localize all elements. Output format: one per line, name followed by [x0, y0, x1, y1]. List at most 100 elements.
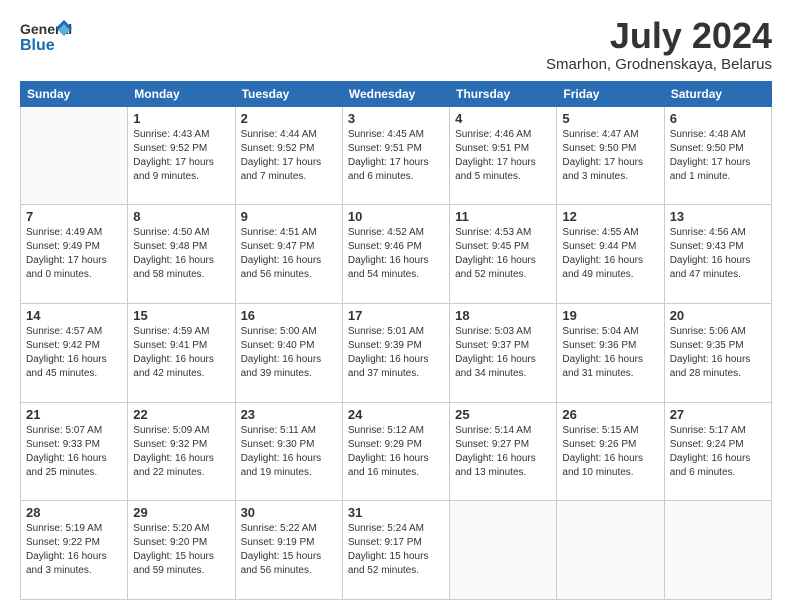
table-row: 28Sunrise: 5:19 AM Sunset: 9:22 PM Dayli… [21, 501, 128, 600]
table-row: 10Sunrise: 4:52 AM Sunset: 9:46 PM Dayli… [342, 205, 449, 304]
day-number: 8 [133, 209, 229, 224]
table-row: 19Sunrise: 5:04 AM Sunset: 9:36 PM Dayli… [557, 303, 664, 402]
table-row: 2Sunrise: 4:44 AM Sunset: 9:52 PM Daylig… [235, 106, 342, 205]
day-number: 30 [241, 505, 337, 520]
day-info: Sunrise: 5:17 AM Sunset: 9:24 PM Dayligh… [670, 424, 766, 480]
page-title: July 2024 [546, 16, 772, 56]
table-row: 11Sunrise: 4:53 AM Sunset: 9:45 PM Dayli… [450, 205, 557, 304]
page-subtitle: Smarhon, Grodnenskaya, Belarus [546, 56, 772, 73]
day-number: 14 [26, 308, 122, 323]
day-info: Sunrise: 4:47 AM Sunset: 9:50 PM Dayligh… [562, 128, 658, 184]
table-row: 16 Sunrise: 5:00 AM Sunset: 9:40 PM Dayli… [235, 303, 342, 402]
day-number: 22 [133, 407, 229, 422]
table-row: 15 Sunrise: 4:59 AM Sunset: 9:41 PM Dayli… [128, 303, 235, 402]
day-info: Sunrise: 4:46 AM Sunset: 9:51 PM Dayligh… [455, 128, 551, 184]
day-number: 25 [455, 407, 551, 422]
table-row: 18 Sunrise: 5:03 AM Sunset: 9:37 PM Dayli… [450, 303, 557, 402]
day-info: Sunrise: 5:04 AM Sunset: 9:36 PM Dayligh… [562, 325, 658, 381]
day-number: 18 [455, 308, 551, 323]
table-row: 17 Sunrise: 5:01 AM Sunset: 9:39 PM Dayli… [342, 303, 449, 402]
table-row: 24 Sunrise: 5:12 AM Sunset: 9:29 PM Dayli… [342, 402, 449, 501]
table-row: 14 Sunrise: 4:57 AM Sunset: 9:42 PM Dayli… [21, 303, 128, 402]
day-info: Sunrise: 4:51 AM Sunset: 9:47 PM Dayligh… [241, 226, 337, 282]
day-number: 3 [348, 111, 444, 126]
col-tuesday: Tuesday [235, 81, 342, 106]
day-number: 13 [670, 209, 766, 224]
title-section: July 2024 Smarhon, Grodnenskaya, Belarus [546, 16, 772, 73]
day-number: 10 [348, 209, 444, 224]
day-info: Sunrise: 4:50 AM Sunset: 9:48 PM Dayligh… [133, 226, 229, 282]
day-info: Sunrise: 5:01 AM Sunset: 9:39 PM Dayligh… [348, 325, 444, 381]
day-info: Sunrise: 5:19 AM Sunset: 9:22 PM Dayligh… [26, 522, 122, 578]
table-row [450, 501, 557, 600]
table-row [557, 501, 664, 600]
day-number: 27 [670, 407, 766, 422]
day-number: 5 [562, 111, 658, 126]
day-number: 15 [133, 308, 229, 323]
col-sunday: Sunday [21, 81, 128, 106]
day-info: Sunrise: 5:14 AM Sunset: 9:27 PM Dayligh… [455, 424, 551, 480]
day-info: Sunrise: 5:11 AM Sunset: 9:30 PM Dayligh… [241, 424, 337, 480]
day-info: Sunrise: 5:15 AM Sunset: 9:26 PM Dayligh… [562, 424, 658, 480]
day-info: Sunrise: 5:24 AM Sunset: 9:17 PM Dayligh… [348, 522, 444, 578]
day-info: Sunrise: 4:45 AM Sunset: 9:51 PM Dayligh… [348, 128, 444, 184]
day-number: 12 [562, 209, 658, 224]
table-row: 9 Sunrise: 4:51 AM Sunset: 9:47 PM Daylig… [235, 205, 342, 304]
table-row [664, 501, 771, 600]
day-number: 16 [241, 308, 337, 323]
svg-text:Blue: Blue [20, 37, 55, 54]
day-info: Sunrise: 5:06 AM Sunset: 9:35 PM Dayligh… [670, 325, 766, 381]
table-row: 26 Sunrise: 5:15 AM Sunset: 9:26 PM Dayli… [557, 402, 664, 501]
table-row: 12 Sunrise: 4:55 AM Sunset: 9:44 PM Dayli… [557, 205, 664, 304]
table-row: 3 Sunrise: 4:45 AM Sunset: 9:51 PM Daylig… [342, 106, 449, 205]
table-row [21, 106, 128, 205]
day-number: 6 [670, 111, 766, 126]
day-number: 9 [241, 209, 337, 224]
table-row: 22 Sunrise: 5:09 AM Sunset: 9:32 PM Dayli… [128, 402, 235, 501]
col-monday: Monday [128, 81, 235, 106]
table-row: 30 Sunrise: 5:22 AM Sunset: 9:19 PM Dayli… [235, 501, 342, 600]
table-row: 23 Sunrise: 5:11 AM Sunset: 9:30 PM Dayli… [235, 402, 342, 501]
table-row: 27 Sunrise: 5:17 AM Sunset: 9:24 PM Dayli… [664, 402, 771, 501]
table-row: 25 Sunrise: 5:14 AM Sunset: 9:27 PM Dayli… [450, 402, 557, 501]
table-row: 8 Sunrise: 4:50 AM Sunset: 9:48 PM Daylig… [128, 205, 235, 304]
day-number: 11 [455, 209, 551, 224]
day-number: 4 [455, 111, 551, 126]
page: General Blue July 2024 Smarhon, Grodnens… [0, 0, 792, 612]
day-info: Sunrise: 5:07 AM Sunset: 9:33 PM Dayligh… [26, 424, 122, 480]
day-info: Sunrise: 4:43 AM Sunset: 9:52 PM Dayligh… [133, 128, 229, 184]
day-number: 21 [26, 407, 122, 422]
day-info: Sunrise: 5:03 AM Sunset: 9:37 PM Dayligh… [455, 325, 551, 381]
day-number: 17 [348, 308, 444, 323]
logo: General Blue [20, 16, 72, 65]
table-row: 7 Sunrise: 4:49 AM Sunset: 9:49 PM Daylig… [21, 205, 128, 304]
day-info: Sunrise: 4:55 AM Sunset: 9:44 PM Dayligh… [562, 226, 658, 282]
day-number: 1 [133, 111, 229, 126]
day-number: 23 [241, 407, 337, 422]
day-info: Sunrise: 4:57 AM Sunset: 9:42 PM Dayligh… [26, 325, 122, 381]
header: General Blue July 2024 Smarhon, Grodnens… [20, 16, 772, 73]
table-row: 13Sunrise: 4:56 AM Sunset: 9:43 PM Dayli… [664, 205, 771, 304]
day-number: 20 [670, 308, 766, 323]
day-number: 31 [348, 505, 444, 520]
day-info: Sunrise: 4:44 AM Sunset: 9:52 PM Dayligh… [241, 128, 337, 184]
table-row: 20 Sunrise: 5:06 AM Sunset: 9:35 PM Dayli… [664, 303, 771, 402]
day-info: Sunrise: 4:59 AM Sunset: 9:41 PM Dayligh… [133, 325, 229, 381]
logo-image: General Blue [20, 16, 72, 65]
header-row: Sunday Monday Tuesday Wednesday Thursday… [21, 81, 772, 106]
day-number: 29 [133, 505, 229, 520]
table-row: 29Sunrise: 5:20 AM Sunset: 9:20 PM Dayli… [128, 501, 235, 600]
col-wednesday: Wednesday [342, 81, 449, 106]
day-info: Sunrise: 5:09 AM Sunset: 9:32 PM Dayligh… [133, 424, 229, 480]
day-info: Sunrise: 5:00 AM Sunset: 9:40 PM Dayligh… [241, 325, 337, 381]
day-info: Sunrise: 5:12 AM Sunset: 9:29 PM Dayligh… [348, 424, 444, 480]
col-saturday: Saturday [664, 81, 771, 106]
table-row: 4 Sunrise: 4:46 AM Sunset: 9:51 PM Daylig… [450, 106, 557, 205]
day-info: Sunrise: 4:49 AM Sunset: 9:49 PM Dayligh… [26, 226, 122, 282]
day-number: 26 [562, 407, 658, 422]
day-info: Sunrise: 4:48 AM Sunset: 9:50 PM Dayligh… [670, 128, 766, 184]
day-info: Sunrise: 5:22 AM Sunset: 9:19 PM Dayligh… [241, 522, 337, 578]
col-friday: Friday [557, 81, 664, 106]
day-number: 7 [26, 209, 122, 224]
day-number: 24 [348, 407, 444, 422]
